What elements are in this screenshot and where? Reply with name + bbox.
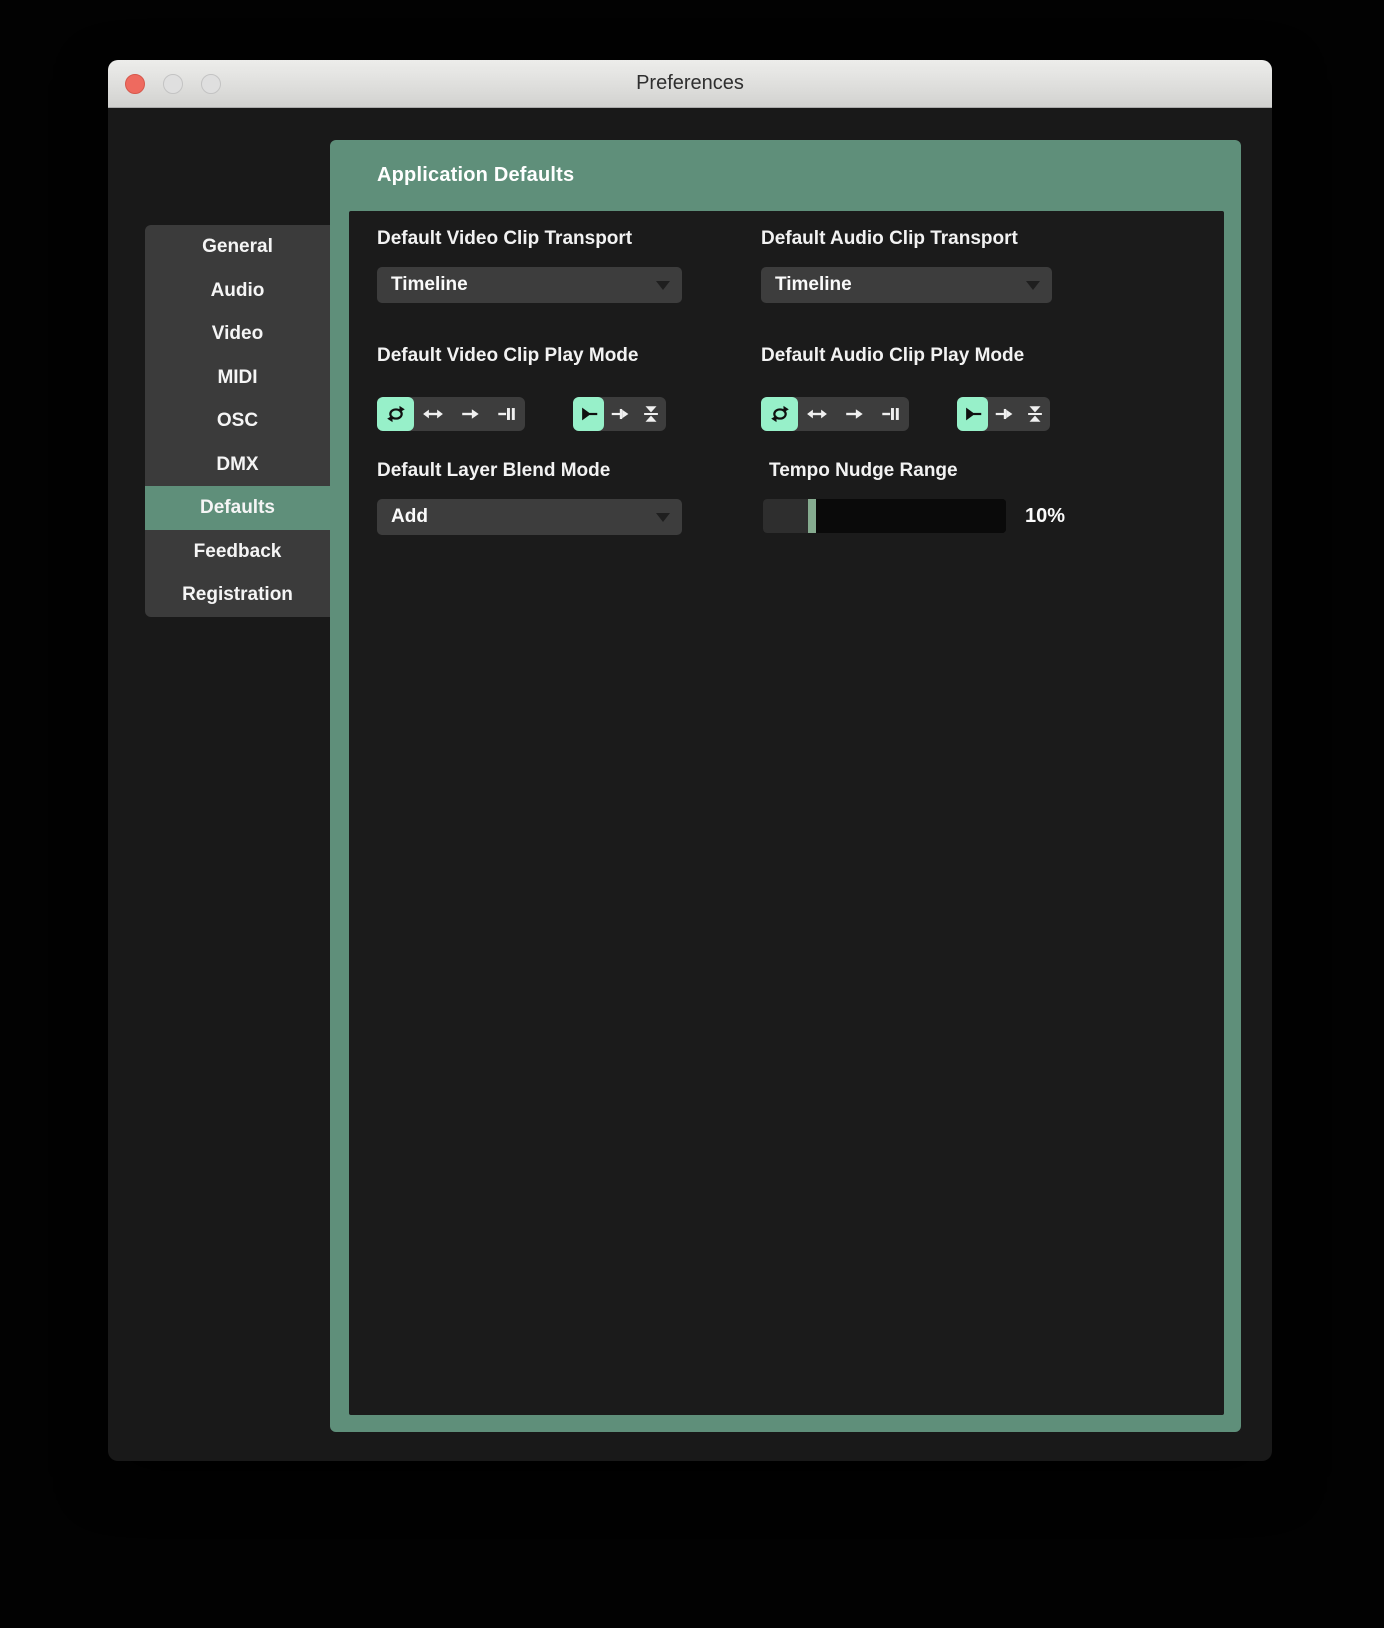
pass-marker-icon [609,403,631,425]
pingpong-icon [806,403,828,425]
loop-icon [385,403,407,425]
video-transport-label: Default Video Clip Transport [377,228,632,250]
play-forward-icon [843,403,865,425]
blend-mode-label: Default Layer Blend Mode [377,460,610,482]
meet-triangles-icon [640,403,662,425]
panel-title: Application Defaults [377,164,574,187]
chevron-down-icon [656,513,670,522]
audio-loop-mode-group [761,397,909,431]
pingpong-icon [422,403,444,425]
slider-handle[interactable] [808,499,816,533]
play-forward-icon [459,403,481,425]
audio-meet-button[interactable] [1019,397,1050,431]
audio-flag-hold-button[interactable] [957,397,988,431]
audio-pingpong-button[interactable] [798,397,835,431]
panel-content: Default Video Clip Transport Default Aud… [349,211,1224,1415]
preferences-window: Preferences General Audio Video MIDI OSC… [108,60,1272,1461]
slider-empty-track [816,499,1006,533]
minimize-button[interactable] [163,74,183,94]
loop-icon [769,403,791,425]
sidebar-item-general[interactable]: General [145,225,330,269]
sidebar-item-video[interactable]: Video [145,312,330,356]
close-button[interactable] [125,74,145,94]
flag-hold-icon [962,403,984,425]
video-pass-marker-button[interactable] [604,397,635,431]
zoom-button[interactable] [201,74,221,94]
audio-play-to-end-pause-button[interactable] [872,397,909,431]
pass-marker-icon [993,403,1015,425]
video-play-mode-label: Default Video Clip Play Mode [377,345,638,367]
titlebar: Preferences [108,60,1272,108]
video-play-forward-button[interactable] [451,397,488,431]
sidebar-item-midi[interactable]: MIDI [145,356,330,400]
preferences-sidebar: General Audio Video MIDI OSC DMX Default… [145,225,330,617]
tempo-nudge-label: Tempo Nudge Range [769,460,958,482]
sidebar-item-defaults[interactable]: Defaults [145,486,330,530]
blend-mode-dropdown[interactable]: Add [377,499,682,535]
tempo-nudge-value: 10% [1025,499,1065,533]
audio-transport-label: Default Audio Clip Transport [761,228,1018,250]
video-meet-button[interactable] [635,397,666,431]
audio-loop-button[interactable] [761,397,798,431]
video-flag-hold-button[interactable] [573,397,604,431]
sidebar-item-dmx[interactable]: DMX [145,443,330,487]
tempo-nudge-slider[interactable] [763,499,1006,533]
play-to-end-pause-icon [496,403,518,425]
flag-hold-icon [578,403,600,425]
video-play-to-end-pause-button[interactable] [488,397,525,431]
slider-filled-track [763,499,808,533]
blend-mode-value: Add [391,506,428,528]
video-transport-value: Timeline [391,274,468,296]
chevron-down-icon [1026,281,1040,290]
video-end-mode-group [573,397,666,431]
audio-transport-dropdown[interactable]: Timeline [761,267,1052,303]
video-loop-button[interactable] [377,397,414,431]
defaults-panel: Application Defaults Default Video Clip … [330,140,1241,1432]
chevron-down-icon [656,281,670,290]
play-to-end-pause-icon [880,403,902,425]
sidebar-item-audio[interactable]: Audio [145,269,330,313]
video-loop-mode-group [377,397,525,431]
audio-transport-value: Timeline [775,274,852,296]
audio-play-forward-button[interactable] [835,397,872,431]
audio-play-mode-label: Default Audio Clip Play Mode [761,345,1024,367]
meet-triangles-icon [1024,403,1046,425]
window-title: Preferences [108,60,1272,107]
video-transport-dropdown[interactable]: Timeline [377,267,682,303]
audio-end-mode-group [957,397,1050,431]
sidebar-item-feedback[interactable]: Feedback [145,530,330,574]
sidebar-item-registration[interactable]: Registration [145,573,330,617]
video-pingpong-button[interactable] [414,397,451,431]
sidebar-item-osc[interactable]: OSC [145,399,330,443]
audio-pass-marker-button[interactable] [988,397,1019,431]
